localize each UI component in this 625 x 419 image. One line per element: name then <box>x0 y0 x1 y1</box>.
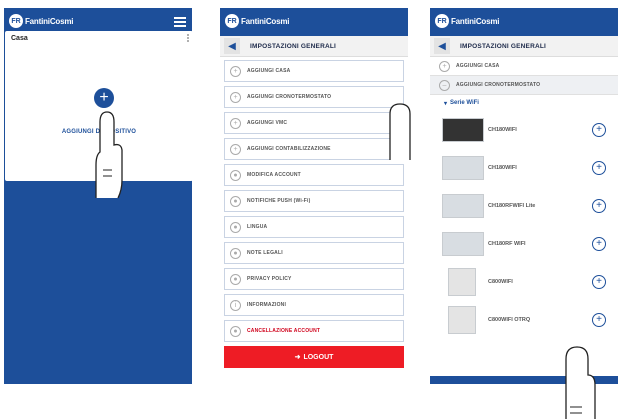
product-thumbnail <box>442 232 484 256</box>
plus-icon: + <box>230 91 241 103</box>
settings-item[interactable]: ● NOTIFICHE PUSH (Wi-Fi) <box>224 190 404 212</box>
logo-text: FantiniCosmi <box>241 16 290 26</box>
logo-text: FantiniCosmi <box>451 16 500 26</box>
brand-logo: FR FantiniCosmi <box>225 14 289 28</box>
info-icon: i <box>230 299 241 311</box>
hamburger-menu-icon[interactable] <box>174 17 186 27</box>
product-row[interactable]: C800WIFI OTRQ + <box>430 301 618 339</box>
add-device-button[interactable]: + <box>94 88 114 108</box>
card-title: Casa <box>11 35 28 42</box>
product-thumbnail <box>442 118 484 142</box>
app-header: FR FantiniCosmi <box>220 8 408 36</box>
settings-item-delete-account[interactable]: ● CANCELLAZIONE ACCOUNT <box>224 320 404 342</box>
settings-item[interactable]: i INFORMAZIONI <box>224 294 404 316</box>
product-thumbnail <box>448 268 476 296</box>
settings-list: + AGGIUNGI CASA + AGGIUNGI CRONOTERMOSTATO… <box>220 57 408 342</box>
product-row[interactable]: C800WIFI + <box>430 263 618 301</box>
settings-item[interactable]: ● NOTE LEGALI <box>224 242 404 264</box>
screen-add-thermostat: FR FantiniCosmi ◀ IMPOSTAZIONI GENERALI … <box>430 8 618 384</box>
settings-item[interactable]: ● MODIFICA ACCOUNT <box>224 164 404 186</box>
settings-title: IMPOSTAZIONI GENERALI <box>460 42 547 50</box>
add-product-icon[interactable]: + <box>592 237 606 251</box>
lock-icon: ● <box>230 273 241 285</box>
brand-logo: FR FantiniCosmi <box>435 14 499 28</box>
product-thumbnail <box>448 306 476 334</box>
settings-item-add-home[interactable]: + AGGIUNGI CASA <box>430 57 618 76</box>
series-wifi-header[interactable]: ▾ Serie WiFi <box>430 95 618 111</box>
settings-item[interactable]: ● PRIVACY POLICY <box>224 268 404 290</box>
product-row[interactable]: CH180WIFI + <box>430 149 618 187</box>
bell-icon: ● <box>230 195 241 207</box>
logo-badge: FR <box>435 14 449 28</box>
settings-item[interactable]: + AGGIUNGI CASA <box>224 60 404 82</box>
user-icon: ● <box>230 169 241 181</box>
add-product-icon[interactable]: + <box>592 275 606 289</box>
logo-text: FantiniCosmi <box>25 16 74 26</box>
product-thumbnail <box>442 194 484 218</box>
chevron-down-icon: ▾ <box>444 100 448 107</box>
settings-item[interactable]: + AGGIUNGI CRONOTERMOSTATO <box>224 86 404 108</box>
plus-icon: + <box>230 117 241 129</box>
settings-title: IMPOSTAZIONI GENERALI <box>250 42 337 50</box>
plus-icon: + <box>230 143 241 155</box>
brand-logo: FR FantiniCosmi <box>9 14 73 28</box>
globe-icon: ● <box>230 221 241 233</box>
logo-badge: FR <box>225 14 239 28</box>
settings-header: ◀ IMPOSTAZIONI GENERALI <box>430 36 618 57</box>
add-product-icon[interactable]: + <box>592 123 606 137</box>
tap-gesture-hand-icon <box>95 111 123 199</box>
settings-header: ◀ IMPOSTAZIONI GENERALI <box>220 36 408 57</box>
plus-icon: + <box>230 65 241 77</box>
product-thumbnail <box>442 156 484 180</box>
minus-icon: – <box>439 79 450 91</box>
plus-icon: + <box>439 60 450 72</box>
trash-icon: ● <box>230 325 241 337</box>
app-header: FR FantiniCosmi <box>430 8 618 36</box>
settings-item[interactable]: + AGGIUNGI CONTABILIZZAZIONE <box>224 138 404 160</box>
product-row[interactable]: CH180WIFI + <box>430 111 618 149</box>
back-arrow-icon[interactable]: ◀ <box>224 38 240 54</box>
series-next-header[interactable]: Serie RF3 <box>436 376 459 382</box>
logo-badge: FR <box>9 14 23 28</box>
product-row[interactable]: CH180RF WIFI + <box>430 225 618 263</box>
settings-item[interactable]: ● LINGUA <box>224 216 404 238</box>
back-arrow-icon[interactable]: ◀ <box>434 38 450 54</box>
add-product-icon[interactable]: + <box>592 313 606 327</box>
tap-gesture-hand-icon <box>389 103 411 160</box>
add-product-icon[interactable]: + <box>592 199 606 213</box>
settings-item-add-thermostat[interactable]: – AGGIUNGI CRONOTERMOSTATO <box>430 76 618 95</box>
logout-button[interactable]: ➜ LOGOUT <box>224 346 404 368</box>
product-row[interactable]: CH180RFWIFI Lite + <box>430 187 618 225</box>
add-product-icon[interactable]: + <box>592 161 606 175</box>
logout-icon: ➜ <box>294 354 301 361</box>
tap-gesture-hand-icon <box>565 346 596 419</box>
document-icon: ● <box>230 247 241 259</box>
screen-settings: FR FantiniCosmi ◀ IMPOSTAZIONI GENERALI … <box>220 8 408 384</box>
settings-item[interactable]: + AGGIUNGI VMC <box>224 112 404 134</box>
more-options-icon[interactable] <box>187 34 189 43</box>
